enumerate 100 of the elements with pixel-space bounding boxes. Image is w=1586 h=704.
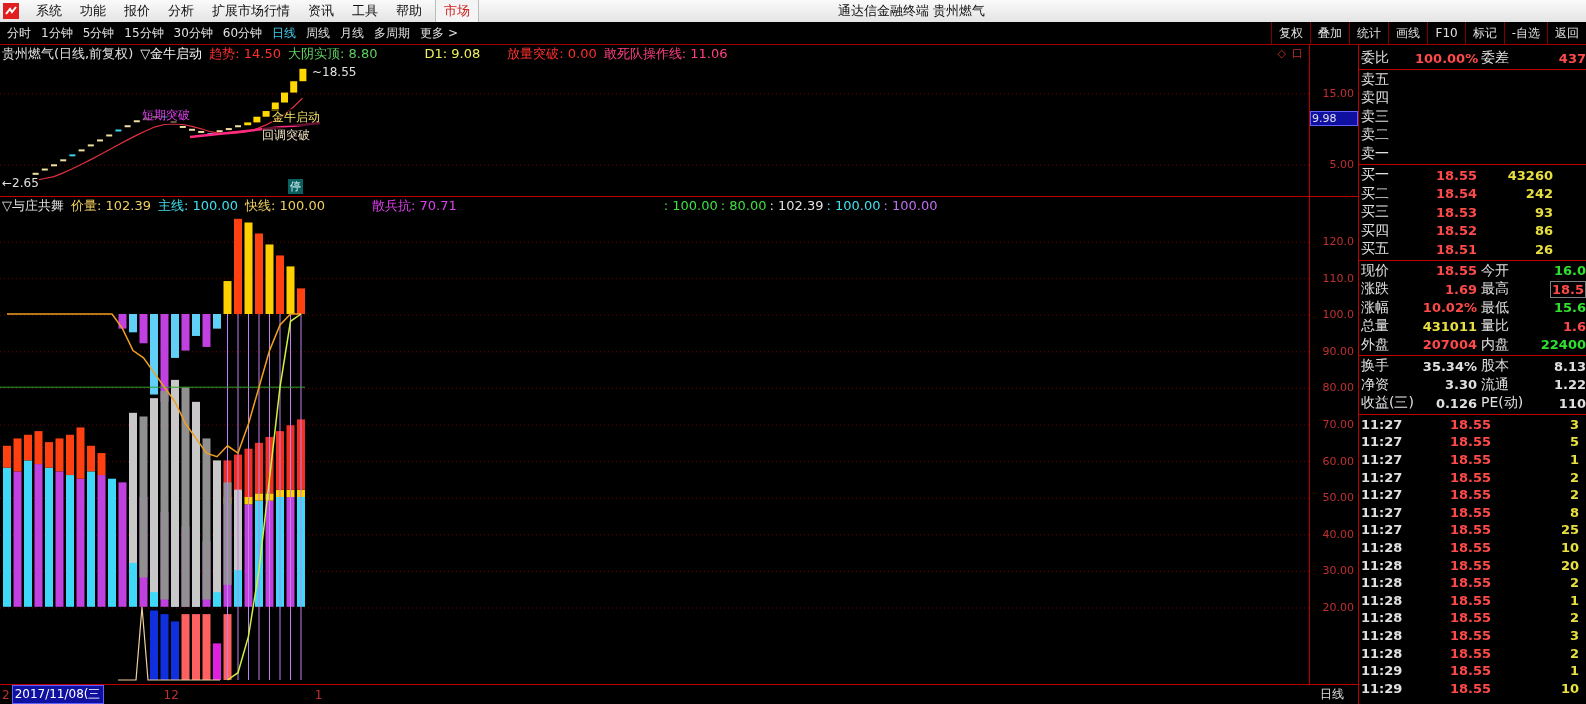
tick-volume: 2 <box>1568 645 1579 661</box>
period-tab[interactable]: 更多 > <box>415 24 463 42</box>
tick-volume: 20 <box>1559 557 1579 573</box>
tick-price: 18.55 <box>1448 487 1491 503</box>
period-tab[interactable]: 月线 <box>335 24 370 42</box>
tick-time: 11:27 <box>1360 452 1404 467</box>
tick-time: 11:27 <box>1360 487 1404 503</box>
quote-value: 0.126 <box>1434 395 1477 411</box>
date-label: 12 <box>163 687 179 702</box>
quote-label: 量比 <box>1480 317 1510 336</box>
ask-label: 卖五 <box>1360 70 1390 89</box>
quote-value: 22400 <box>1539 337 1586 353</box>
axis-tick: 100.0 <box>1322 308 1354 322</box>
axis-tick: 50.00 <box>1322 491 1354 505</box>
bid-price: 18.52 <box>1434 223 1477 239</box>
period-tab[interactable]: 5分钟 <box>77 24 120 42</box>
axis-tick: 30.00 <box>1322 564 1354 578</box>
tick-price: 18.55 <box>1448 434 1491 450</box>
tick-price: 18.55 <box>1448 469 1491 485</box>
tick-volume: 2 <box>1568 487 1579 503</box>
tick-volume: 2 <box>1568 575 1579 591</box>
tick-price: 18.55 <box>1448 663 1491 679</box>
period-tab[interactable]: 周线 <box>301 24 336 42</box>
menu-item[interactable]: 系统 <box>27 2 71 20</box>
menu-item[interactable]: 分析 <box>159 2 203 20</box>
tick-price: 18.55 <box>1448 557 1491 573</box>
quote-value: 100.00% <box>1415 50 1477 66</box>
period-tab[interactable]: 日线 <box>267 24 302 42</box>
period-tab[interactable]: 多周期 <box>369 24 416 42</box>
tick-volume: 3 <box>1568 627 1579 643</box>
tick-volume: 10 <box>1559 680 1579 696</box>
period-tab[interactable]: 1分钟 <box>36 24 78 42</box>
tick-time: 11:28 <box>1360 592 1404 608</box>
tick-volume: 10 <box>1559 539 1579 555</box>
quote-value: 1.22 <box>1552 377 1586 393</box>
quote-value: 3.30 <box>1443 377 1477 393</box>
tick-time: 11:27 <box>1360 434 1404 450</box>
quote-value: 1.6 <box>1561 318 1586 334</box>
bid-label: 买三 <box>1360 203 1390 222</box>
quote-value: 35.34% <box>1421 358 1477 374</box>
bid-volume: 86 <box>1533 223 1553 239</box>
tick-time: 11:28 <box>1360 627 1404 643</box>
indicator-label: : 100.00 <box>826 198 881 213</box>
quote-value: 16.0 <box>1552 263 1586 279</box>
axis-tick: 70.00 <box>1322 418 1354 431</box>
tick-time: 11:27 <box>1360 522 1404 538</box>
menu-item[interactable]: 扩展市场行情 <box>203 2 299 20</box>
quote-value: 18.55 <box>1434 263 1477 279</box>
tick-time: 11:28 <box>1360 557 1404 573</box>
bid-label: 买二 <box>1360 184 1390 203</box>
indicator-label: 快线: 100.00 <box>245 196 325 215</box>
menu-item[interactable]: 报价 <box>115 2 159 20</box>
date-label: 1 <box>314 687 323 702</box>
bid-price: 18.55 <box>1434 167 1477 183</box>
quote-label: 股本 <box>1480 357 1510 376</box>
quote-value: 10.02% <box>1421 300 1477 316</box>
menu-item[interactable]: 帮助 <box>387 2 431 20</box>
cursor-date: 2017/11/08(三 <box>11 685 104 704</box>
bid-volume: 93 <box>1533 204 1553 220</box>
tick-volume: 5 <box>1568 434 1579 450</box>
panel-control[interactable]: 口 <box>1292 46 1304 61</box>
quote-value: 1.69 <box>1443 281 1477 297</box>
indicator-label: 大阴实顶: 8.80 <box>288 44 378 63</box>
quote-label: 今开 <box>1480 261 1510 280</box>
period-tab[interactable]: 分时 <box>2 24 36 42</box>
indicator-label: 趋势: 14.50 <box>209 44 281 63</box>
period-tab[interactable]: 60分钟 <box>217 24 268 42</box>
indicator-label: ▽金牛启动 <box>140 44 203 63</box>
bid-price: 18.51 <box>1434 241 1477 257</box>
quote-label: 外盘 <box>1360 335 1390 354</box>
date-label: 2 <box>1 687 11 702</box>
quote-label: 净资 <box>1360 375 1390 394</box>
menu-item[interactable]: 功能 <box>71 2 115 20</box>
menu-item[interactable]: 资讯 <box>299 2 343 20</box>
market-tab[interactable]: 市场 <box>435 0 479 22</box>
tick-time: 11:27 <box>1360 469 1404 485</box>
tick-time: 11:28 <box>1360 575 1404 591</box>
period-tab[interactable]: 15分钟 <box>119 24 169 42</box>
tick-time: 11:27 <box>1360 416 1404 432</box>
quote-label: 涨跌 <box>1360 280 1390 299</box>
quote-label: 委比 <box>1360 49 1390 68</box>
tick-price: 18.55 <box>1448 627 1491 643</box>
tick-time: 11:27 <box>1360 504 1404 520</box>
panel-control[interactable]: ◇ <box>1277 47 1287 60</box>
tick-volume: 8 <box>1568 504 1579 520</box>
quote-label: PE(动) <box>1480 394 1525 413</box>
menu-item[interactable]: 工具 <box>343 2 387 20</box>
quote-label: 收益(三) <box>1360 394 1415 413</box>
period-tab[interactable]: 30分钟 <box>168 24 218 42</box>
axis-tick: 90.00 <box>1322 344 1354 358</box>
bid-label: 买一 <box>1360 166 1390 185</box>
quote-value: 431011 <box>1421 318 1477 334</box>
indicator-label: 放量突破: 0.00 <box>507 44 597 63</box>
tick-time: 11:28 <box>1360 610 1404 626</box>
ask-label: 卖一 <box>1360 144 1390 163</box>
quote-label: 涨幅 <box>1360 298 1390 317</box>
axis-tick: 40.00 <box>1322 527 1354 541</box>
tick-time: 11:29 <box>1360 680 1404 696</box>
axis-tick: 80.00 <box>1322 381 1354 395</box>
price-label: ~18.55 <box>312 65 357 79</box>
